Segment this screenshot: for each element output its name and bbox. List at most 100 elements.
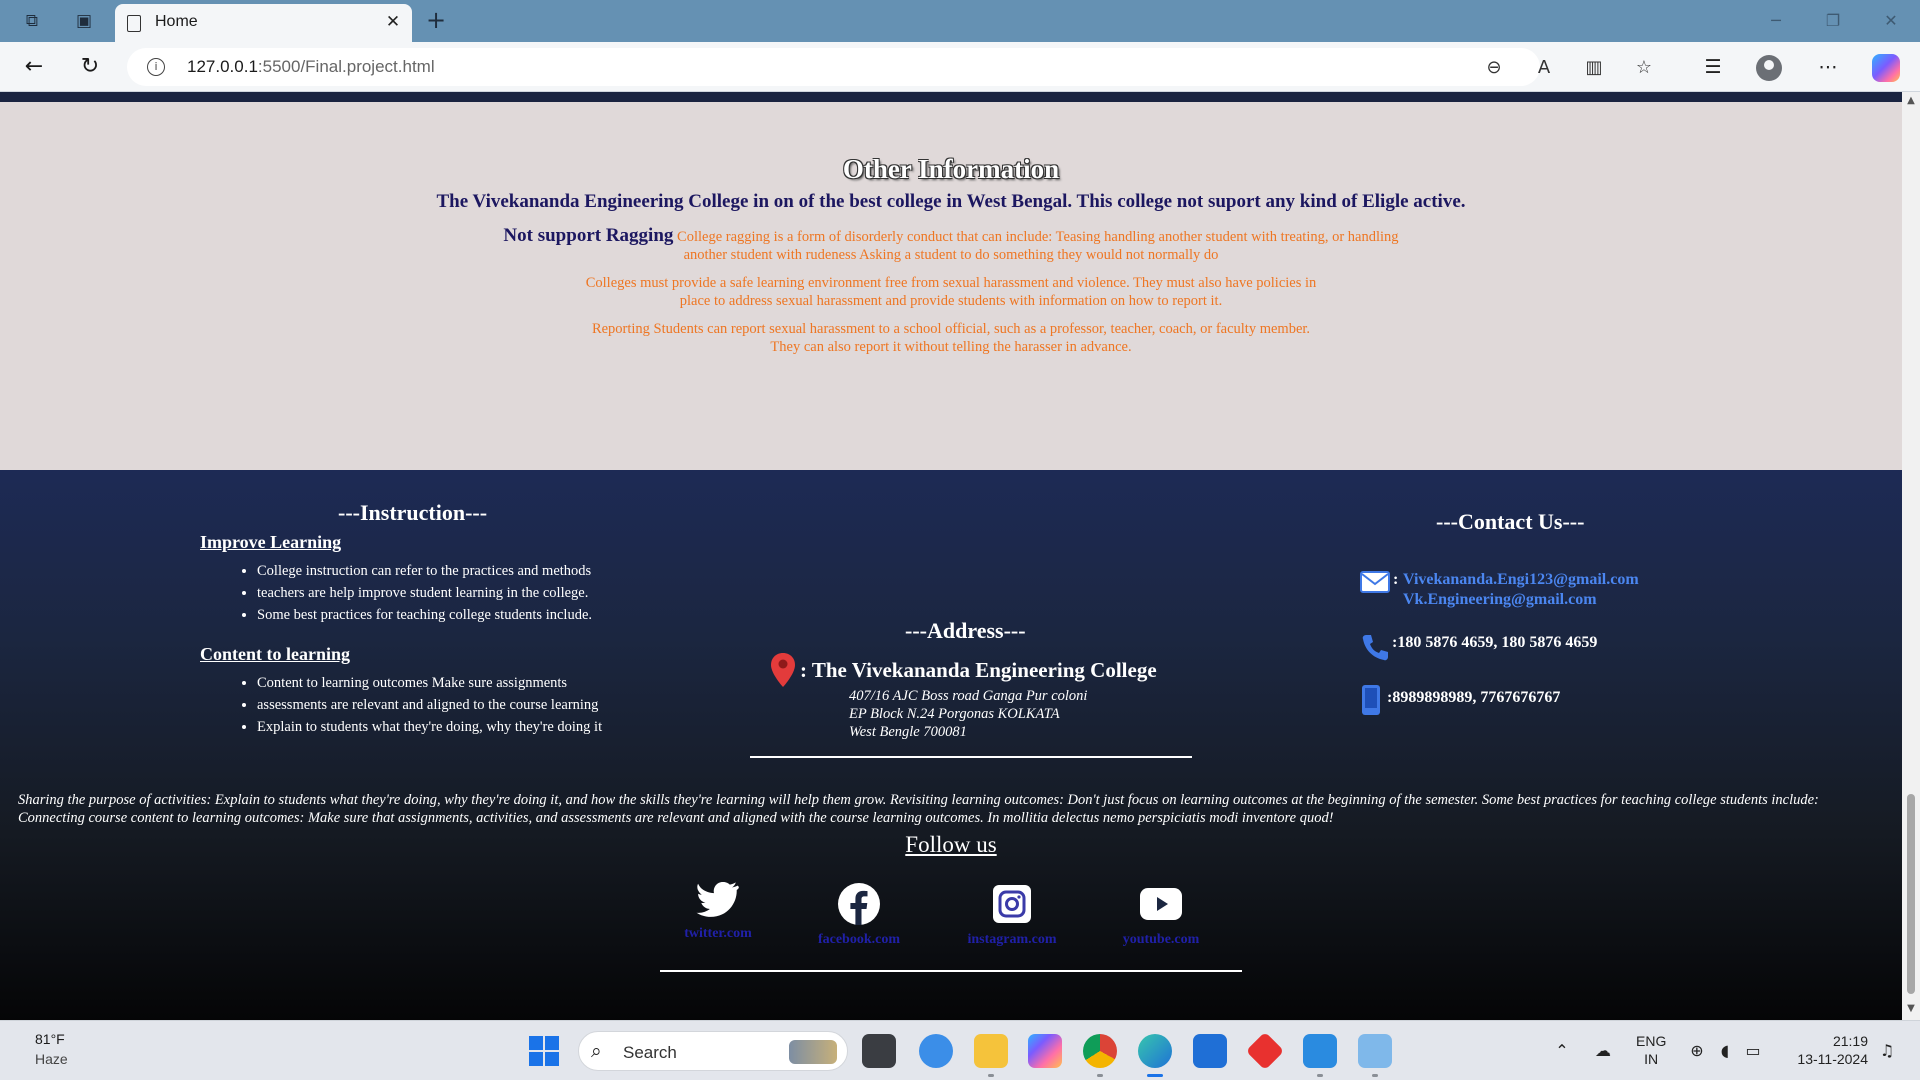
mail-icon — [1360, 571, 1390, 593]
active-app-indicator — [1147, 1074, 1163, 1077]
close-tab-icon[interactable]: ✕ — [382, 11, 404, 33]
location-pin-icon — [771, 653, 795, 687]
content-learning-heading: Content to learning — [200, 644, 350, 664]
footer: ---Instruction--- Improve Learning Colle… — [0, 470, 1902, 1020]
edge-icon[interactable] — [1138, 1034, 1172, 1068]
list-item: Explain to students what they're doing, … — [257, 716, 602, 738]
phone-icon — [1362, 635, 1388, 661]
store-icon[interactable] — [1193, 1034, 1227, 1068]
windows-taskbar: 81°F Haze ⌕ Search ⌃ ☁ ENG IN ⊕ ◖ ▭ 21:1… — [0, 1020, 1920, 1080]
more-options-icon[interactable]: ⋯ — [1814, 53, 1842, 81]
git-icon[interactable] — [1245, 1031, 1285, 1071]
follow-us-title: Follow us — [905, 832, 997, 857]
email-prefix: : — [1393, 571, 1399, 588]
minimize-button[interactable]: ─ — [1761, 8, 1791, 34]
address-line: West Bengle 700081 — [849, 724, 967, 740]
site-info-icon[interactable]: i — [147, 58, 165, 76]
close-window-button[interactable]: ✕ — [1876, 8, 1906, 34]
reporting-paragraph: Reporting Students can report sexual har… — [591, 321, 1311, 355]
list-item: Some best practices for teaching college… — [257, 604, 592, 626]
browser-tab-strip: ⧉ ▣ Home ✕ + ─ ❐ ✕ — [0, 0, 1920, 42]
start-button[interactable] — [529, 1036, 559, 1066]
system-clock[interactable]: 21:19 13-11-2024 — [1786, 1032, 1868, 1068]
scroll-down-arrow-icon[interactable]: ▼ — [1906, 1004, 1916, 1014]
ragging-heading: Not support Ragging — [503, 225, 674, 246]
sharing-paragraph: Sharing the purpose of activities: Expla… — [18, 792, 1819, 826]
restore-button[interactable]: ❐ — [1818, 8, 1848, 34]
taskbar-search[interactable]: ⌕ Search — [578, 1031, 848, 1071]
notification-bell-icon[interactable]: ♫ — [1876, 1040, 1898, 1062]
onedrive-icon[interactable]: ☁ — [1592, 1040, 1614, 1062]
email-link-1[interactable]: Vivekananda.Engi123@gmail.com — [1403, 571, 1639, 589]
browser-tab-home[interactable]: Home ✕ — [115, 4, 412, 42]
vertical-tabs-icon[interactable]: ▣ — [73, 10, 95, 32]
chevron-up-icon[interactable]: ⌃ — [1551, 1040, 1573, 1062]
instagram-link[interactable]: instagram.com — [942, 882, 1082, 948]
back-button[interactable]: ← — [20, 53, 48, 81]
twitter-link[interactable]: twitter.com — [648, 882, 788, 942]
volume-icon[interactable]: ◖ — [1714, 1040, 1736, 1062]
language-code: ENG — [1636, 1033, 1667, 1049]
copilot-app-icon[interactable] — [1028, 1034, 1062, 1068]
windows-logo-icon — [529, 1052, 543, 1066]
address-bar[interactable]: i 127.0.0.1:5500/Final.project.html ⊖ A … — [127, 48, 1652, 86]
url-host: 127.0.0.1 — [187, 57, 258, 76]
network-icon[interactable]: ⊕ — [1686, 1040, 1708, 1062]
scroll-up-arrow-icon[interactable]: ▲ — [1906, 96, 1916, 106]
browser-toolbar: ← ↻ i 127.0.0.1:5500/Final.project.html … — [0, 42, 1920, 92]
tips-app-icon[interactable] — [919, 1034, 953, 1068]
running-indicator — [1097, 1074, 1103, 1077]
language-indicator[interactable]: ENG IN — [1636, 1032, 1666, 1068]
college-name: : The Vivekananda Engineering College — [800, 658, 1157, 682]
favorites-icon[interactable]: ☰ — [1699, 53, 1727, 81]
chrome-icon[interactable] — [1083, 1034, 1117, 1068]
task-view-icon[interactable] — [862, 1034, 896, 1068]
email-link-2[interactable]: Vk.Engineering@gmail.com — [1403, 591, 1597, 609]
other-info-lead: The Vivekananda Engineering College in o… — [436, 191, 1466, 212]
facebook-link[interactable]: facebook.com — [789, 882, 929, 948]
youtube-icon — [1140, 888, 1182, 920]
vscode-icon[interactable] — [1303, 1034, 1337, 1068]
twitter-label: twitter.com — [684, 926, 752, 941]
battery-icon[interactable]: ▭ — [1742, 1040, 1764, 1062]
snipping-tool-icon[interactable] — [1358, 1034, 1392, 1068]
weather-description: Haze — [35, 1051, 68, 1067]
running-indicator — [1372, 1074, 1378, 1077]
improve-learning-list: College instruction can refer to the pra… — [257, 560, 592, 626]
list-item: Content to learning outcomes Make sure a… — [257, 672, 602, 694]
read-aloud-icon[interactable]: A — [1532, 56, 1556, 80]
new-tab-button[interactable]: + — [423, 8, 449, 34]
url-text: 127.0.0.1:5500/Final.project.html — [187, 57, 435, 77]
clock-time: 21:19 — [1832, 1033, 1868, 1049]
favorite-star-icon[interactable]: ☆ — [1632, 56, 1656, 80]
tab-title: Home — [155, 13, 198, 30]
ragging-text: College ragging is a form of disorderly … — [677, 229, 1399, 263]
mobile-icon — [1362, 685, 1380, 715]
address-divider — [750, 756, 1192, 758]
refresh-button[interactable]: ↻ — [76, 53, 104, 81]
phone-numbers: :180 5876 4659, 180 5876 4659 — [1392, 634, 1598, 651]
profile-avatar[interactable] — [1756, 55, 1782, 81]
harassment-paragraph: Colleges must provide a safe learning en… — [585, 275, 1317, 309]
copilot-icon[interactable] — [1872, 54, 1900, 82]
search-icon: ⌕ — [591, 1040, 602, 1062]
address-title: ---Address--- — [905, 618, 1026, 643]
contact-title: ---Contact Us--- — [1436, 509, 1585, 534]
address-line: EP Block N.24 Porgonas KOLKATA — [849, 706, 1060, 722]
twitter-icon — [696, 882, 739, 917]
file-explorer-icon[interactable] — [974, 1034, 1008, 1068]
improve-learning-heading: Improve Learning — [200, 532, 342, 552]
address-lines: 407/16 AJC Boss road Ganga Pur coloni EP… — [849, 687, 1087, 741]
workspaces-icon[interactable]: ⧉ — [21, 10, 43, 32]
content-learning-list: Content to learning outcomes Make sure a… — [257, 672, 602, 738]
document-icon — [127, 15, 141, 32]
page-scrollbar[interactable]: ▲ ▼ — [1902, 92, 1920, 1020]
youtube-label: youtube.com — [1122, 932, 1200, 947]
youtube-link[interactable]: youtube.com — [1091, 882, 1231, 948]
zoom-out-icon[interactable]: ⊖ — [1482, 56, 1506, 80]
immersive-reader-icon[interactable]: ▥ — [1582, 56, 1606, 80]
list-item: teachers are help improve student learni… — [257, 582, 592, 604]
region-code: IN — [1644, 1051, 1659, 1067]
list-item: assessments are relevant and aligned to … — [257, 694, 602, 716]
scroll-thumb[interactable] — [1907, 794, 1915, 994]
